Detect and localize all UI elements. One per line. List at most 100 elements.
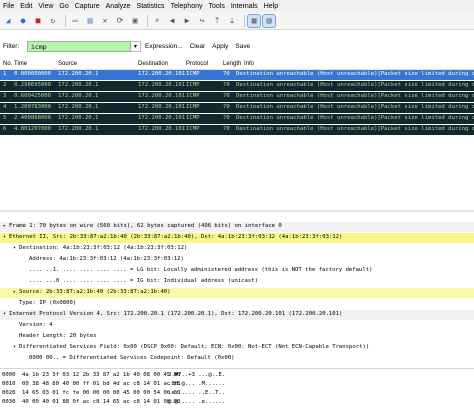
packet-row[interactable]: 5 2.400868000 172.200.20.1 172.200.20.101 IC… xyxy=(0,114,474,124)
bytes-ascii[interactable]: @.@..... .e...... xyxy=(168,399,225,405)
bytes-ascii[interactable]: .e...... ..E..T.. xyxy=(168,390,225,396)
detail-tree-item[interactable]: ▾ Ethernet II, Src: 2b:33:87:a2:1b:40 (2b… xyxy=(0,233,474,243)
detail-tree-item[interactable]: .... ..1. .... .... .... .... = LG bit: … xyxy=(0,266,474,276)
packet-row[interactable]: 1 0.000000000 172.200.20.1 172.200.20.101 IC… xyxy=(0,70,474,80)
go-forward-button[interactable]: ▶ xyxy=(181,15,193,27)
pane-divider[interactable] xyxy=(0,210,474,212)
menu-help[interactable]: Help xyxy=(261,3,281,10)
print-icon: ▣ xyxy=(132,15,138,25)
collapsed-arrow-icon[interactable]: ▸ xyxy=(3,223,6,229)
close-file-button[interactable]: ✕ xyxy=(99,15,111,27)
packet-cell-no: 6 xyxy=(3,126,7,132)
column-header-info[interactable]: Info xyxy=(244,61,254,67)
go-first-button[interactable]: ⤒ xyxy=(211,15,223,27)
save-file-button[interactable]: ▤ xyxy=(84,15,96,27)
detail-tree-text: .... ..1. .... .... .... .... = LG bit: … xyxy=(29,267,373,273)
menu-view[interactable]: View xyxy=(35,3,56,10)
print-button[interactable]: ▣ xyxy=(129,15,141,27)
detail-tree-text: Header Length: 20 bytes xyxy=(19,333,97,339)
bytes-hex[interactable]: 40 00 40 01 88 0f ac c8 14 65 ac c8 14 0… xyxy=(22,399,180,405)
detail-tree-text: Version: 4 xyxy=(19,322,53,328)
bytes-offset: 0000 xyxy=(2,372,16,378)
column-header-no[interactable]: No. xyxy=(3,61,12,67)
go-to-packet-button[interactable]: ↪ xyxy=(196,15,208,27)
autoscroll-button[interactable]: ▥ xyxy=(262,13,276,28)
reload-button[interactable]: ⟳ xyxy=(114,15,126,27)
bytes-hex[interactable]: 14 65 03 01 fc fe 00 00 00 00 45 00 00 5… xyxy=(22,390,180,396)
detail-tree-text: Ethernet II, Src: 2b:33:87:a2:1b:40 (2b:… xyxy=(9,234,343,240)
detail-tree-item[interactable]: Type: IP (0x0800) xyxy=(0,299,474,309)
expanded-arrow-icon[interactable]: ▾ xyxy=(3,234,6,240)
bytes-row: 0000 4a 1b 23 3f 03 12 2b 33 87 a2 1b 40 … xyxy=(0,372,474,381)
column-header-protocol[interactable]: Protocol xyxy=(186,61,208,67)
menu-internals[interactable]: Internals xyxy=(228,3,261,10)
go-last-button[interactable]: ⤓ xyxy=(226,15,238,27)
expanded-arrow-icon[interactable]: ▾ xyxy=(13,245,16,251)
menu-tools[interactable]: Tools xyxy=(205,3,227,10)
expanded-arrow-icon[interactable]: ▾ xyxy=(3,311,6,317)
packet-cell-time: 2.400868000 xyxy=(14,115,52,121)
wireshark-fin-button[interactable]: ◢ xyxy=(2,15,14,27)
packet-cell-no: 5 xyxy=(3,115,7,121)
detail-tree-item[interactable]: .... ...0 .... .... .... .... = IG bit: … xyxy=(0,277,474,287)
find-packet-button[interactable]: ⌕ xyxy=(151,15,163,27)
detail-tree-item[interactable]: ▾ Internet Protocol Version 4, Src: 172.2… xyxy=(0,310,474,320)
clear-filter-button[interactable]: Clear xyxy=(190,43,206,50)
packet-row[interactable]: 3 0.600425000 172.200.20.1 172.200.20.101 IC… xyxy=(0,92,474,102)
packet-cell-len: 70 xyxy=(223,71,230,77)
column-header-time[interactable]: Time xyxy=(14,61,27,67)
menu-go[interactable]: Go xyxy=(56,3,71,10)
main-toolbar: ◢ ● ■ ↻ ▭ ▤ ✕ ⟳ ▣ ⌕ ◀ ▶ ↪ ⤒ ⤓ ▦ ▥ xyxy=(0,12,474,30)
display-filter-bar: Filter: icmp ▾ Expression... Clear Apply… xyxy=(0,38,474,54)
column-header-source[interactable]: Source xyxy=(58,61,77,67)
packet-cell-no: 3 xyxy=(3,93,7,99)
detail-tree-item[interactable]: ▾ Differentiated Services Field: 0x00 (DS… xyxy=(0,343,474,353)
collapsed-arrow-icon[interactable]: ▸ xyxy=(13,289,16,295)
restart-capture-button[interactable]: ↻ xyxy=(47,15,59,27)
apply-filter-button[interactable]: Apply xyxy=(212,43,228,50)
bytes-offset: 0010 xyxy=(2,381,16,387)
go-back-button[interactable]: ◀ xyxy=(166,15,178,27)
filter-dropdown-button[interactable]: ▾ xyxy=(131,40,141,52)
packet-row[interactable]: 2 0.298695000 172.200.20.1 172.200.20.101 IC… xyxy=(0,81,474,91)
menu-capture[interactable]: Capture xyxy=(72,3,103,10)
save-filter-button[interactable]: Save xyxy=(235,43,250,50)
detail-tree-item[interactable]: Header Length: 20 bytes xyxy=(0,332,474,342)
colorize-button[interactable]: ▦ xyxy=(247,13,261,28)
detail-tree-item[interactable]: ▸ Source: 2b:33:87:a2:1b:40 (2b:33:87:a2:… xyxy=(0,288,474,298)
column-header-length[interactable]: Length xyxy=(223,61,241,67)
expanded-arrow-icon[interactable]: ▾ xyxy=(13,344,16,350)
menu-telephony[interactable]: Telephony xyxy=(168,3,206,10)
detail-tree-item[interactable]: ▾ Destination: 4a:1b:23:3f:03:12 (4a:1b:2… xyxy=(0,244,474,254)
colorize-icon: ▦ xyxy=(251,15,257,25)
detail-tree-text: Frame 1: 70 bytes on wire (560 bits), 62… xyxy=(9,223,282,229)
packet-cell-dst: 172.200.20.101 xyxy=(138,104,186,110)
bytes-hex[interactable]: 00 38 48 80 40 00 ff 01 bd 4d ac c8 14 0… xyxy=(22,381,180,387)
packet-cell-time: 0.600425000 xyxy=(14,93,52,99)
go-first-icon: ⤒ xyxy=(215,15,219,25)
bytes-hex[interactable]: 4a 1b 23 3f 03 12 2b 33 87 a2 1b 40 08 0… xyxy=(22,372,180,378)
start-capture-button[interactable]: ● xyxy=(17,15,29,27)
chevron-down-icon: ▾ xyxy=(133,43,137,50)
detail-tree-item[interactable]: Address: 4a:1b:23:3f:03:12 (4a:1b:23:3f:… xyxy=(0,255,474,265)
packet-row[interactable]: 4 1.200783000 172.200.20.1 172.200.20.101 IC… xyxy=(0,103,474,113)
bytes-ascii[interactable]: J.#?..+3 ...@..E. xyxy=(168,372,225,378)
packet-cell-proto: ICMP xyxy=(186,93,200,99)
bytes-ascii[interactable]: .8H.@... .M...... xyxy=(168,381,225,387)
stop-capture-button[interactable]: ■ xyxy=(32,15,44,27)
packet-row[interactable]: 6 4.801207000 172.200.20.1 172.200.20.101 IC… xyxy=(0,125,474,135)
packet-cell-len: 70 xyxy=(223,126,230,132)
detail-tree-item[interactable]: 0000 00.. = Differentiated Services Code… xyxy=(0,354,474,364)
expression-button[interactable]: Expression... xyxy=(145,43,183,50)
menu-edit[interactable]: Edit xyxy=(17,3,35,10)
menu-file[interactable]: File xyxy=(0,3,17,10)
detail-tree-item[interactable]: Version: 4 xyxy=(0,321,474,331)
display-filter-input[interactable]: icmp xyxy=(27,40,131,52)
column-header-destination[interactable]: Destination xyxy=(138,61,168,67)
open-file-button[interactable]: ▭ xyxy=(69,15,81,27)
detail-tree-item[interactable]: ▸ Frame 1: 70 bytes on wire (560 bits), 6… xyxy=(0,222,474,232)
bytes-offset: 0020 xyxy=(2,390,16,396)
packet-cell-dst: 172.200.20.101 xyxy=(138,115,186,121)
menu-statistics[interactable]: Statistics xyxy=(134,3,168,10)
menu-analyze[interactable]: Analyze xyxy=(103,3,134,10)
